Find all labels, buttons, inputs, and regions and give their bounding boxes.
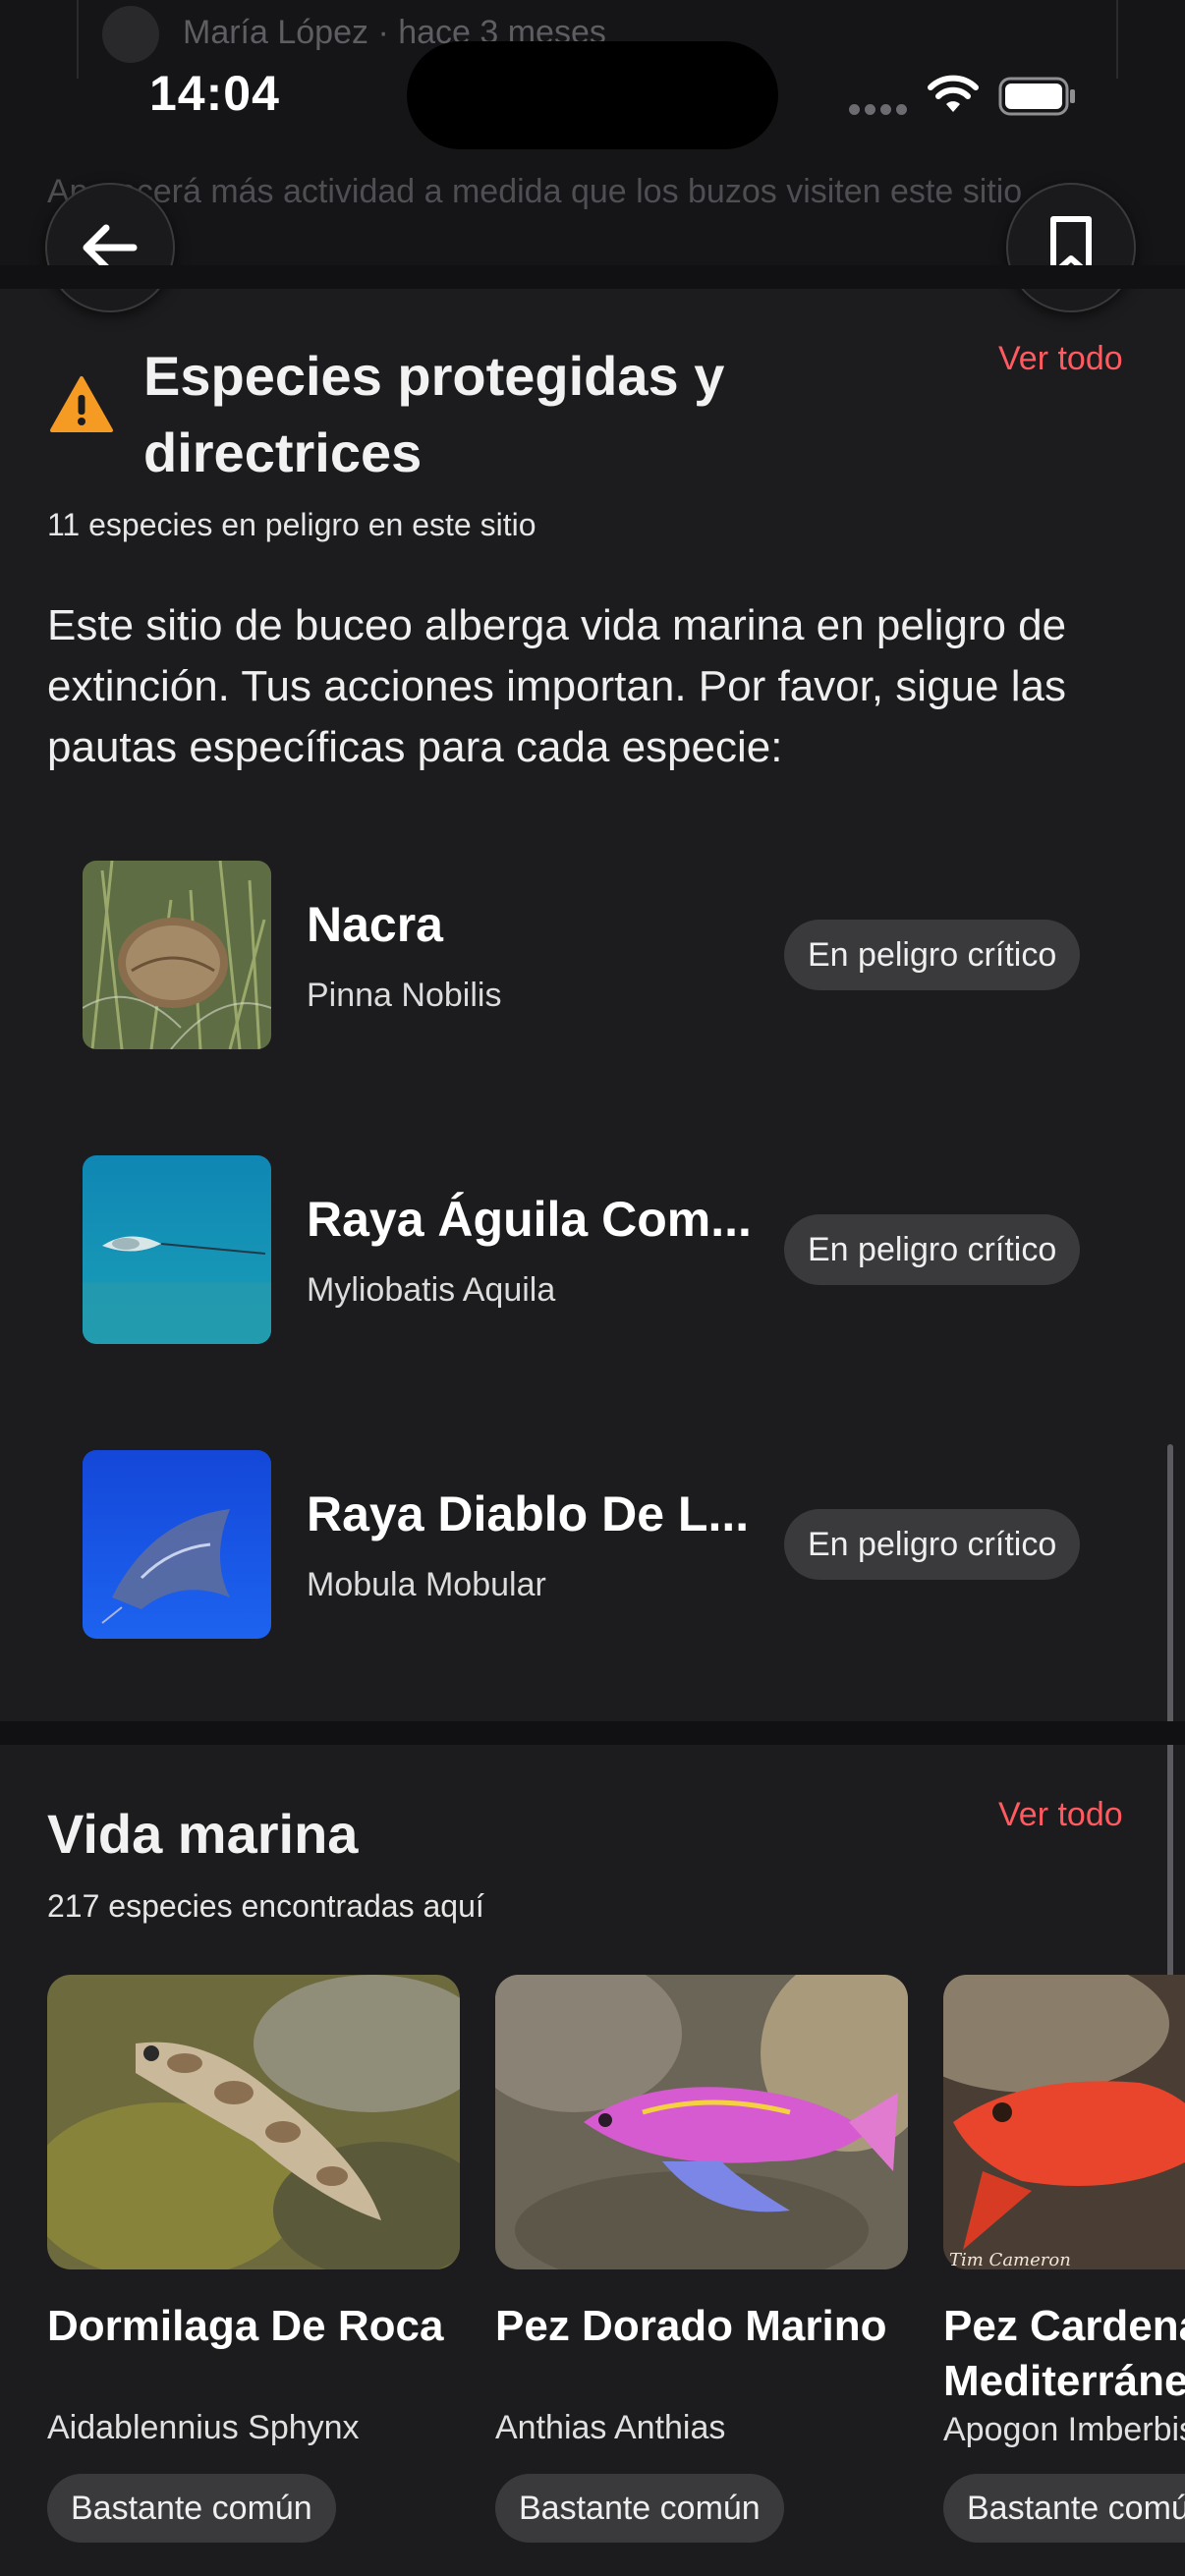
section-divider (0, 265, 1185, 289)
avatar (102, 6, 159, 63)
species-row[interactable]: Raya Diablo De L... Mobula Mobular En pe… (83, 1450, 1104, 1639)
section-title: Especies protegidas y directrices (143, 345, 725, 483)
species-scientific-name: Myliobatis Aquila (307, 1271, 556, 1309)
species-name: Dormilaga De Roca (47, 2302, 444, 2350)
abundance-badge: Bastante común (495, 2474, 784, 2543)
photo-credit: Tim Cameron (949, 2250, 1071, 2270)
species-photo (83, 1450, 271, 1639)
status-badge: En peligro crítico (784, 1509, 1081, 1580)
species-scientific-name: Pinna Nobilis (307, 977, 502, 1014)
intro-text: Este sitio de buceo alberga vida marina … (47, 601, 1067, 771)
see-all-marine-link[interactable]: Ver todo (998, 1796, 1123, 1834)
species-scientific-name: Anthias Anthias (495, 2409, 726, 2446)
wifi-icon (928, 75, 979, 112)
species-name: Nacra (307, 897, 443, 952)
dynamic-island (407, 41, 778, 149)
abundance-badge: Bastante común (943, 2474, 1185, 2543)
battery-icon (998, 77, 1075, 116)
section-subtitle: 217 especies encontradas aquí (47, 1888, 484, 1924)
abundance-badge: Bastante común (47, 2474, 336, 2543)
marine-life-section: Vida marina Ver todo 217 especies encont… (0, 1745, 1185, 2576)
section-subtitle: 11 especies en peligro en este sitio (47, 507, 536, 542)
species-name: Raya Águila Com... (307, 1192, 752, 1247)
status-badge: En peligro crítico (784, 1214, 1081, 1285)
species-photo (495, 1975, 908, 2269)
section-title: Vida marina (47, 1803, 359, 1865)
species-name: Raya Diablo De L... (307, 1486, 750, 1541)
species-photo (83, 1155, 271, 1344)
species-scientific-name: Aidablennius Sphynx (47, 2409, 360, 2446)
species-photo (943, 1975, 1185, 2269)
back-button[interactable] (45, 183, 175, 312)
species-row[interactable]: Nacra Pinna Nobilis En peligro crítico (83, 861, 1104, 1049)
cellular-signal-icon (849, 104, 908, 116)
species-scientific-name: Mobula Mobular (307, 1566, 546, 1603)
see-all-protected-link[interactable]: Ver todo (998, 340, 1123, 378)
species-row[interactable]: Raya Águila Com... Myliobatis Aquila En … (83, 1155, 1104, 1344)
activity-note: Aparecerá más actividad a medida que los… (47, 173, 1023, 210)
species-name: Pez Dorado Marino (495, 2302, 887, 2350)
bookmark-button[interactable] (1006, 183, 1136, 312)
status-time: 14:04 (149, 66, 280, 121)
species-scientific-name: Apogon Imberbis (943, 2411, 1185, 2448)
section-divider (0, 1721, 1185, 1745)
species-photo (83, 861, 271, 1049)
dive-site-screen: María López · hace 3 meses Aparecerá más… (0, 0, 1185, 2576)
species-photo (47, 1975, 460, 2269)
species-name: Pez Cardenal Mediterráneo (943, 2302, 1185, 2405)
warning-icon (50, 376, 113, 432)
status-badge: En peligro crítico (784, 920, 1081, 990)
